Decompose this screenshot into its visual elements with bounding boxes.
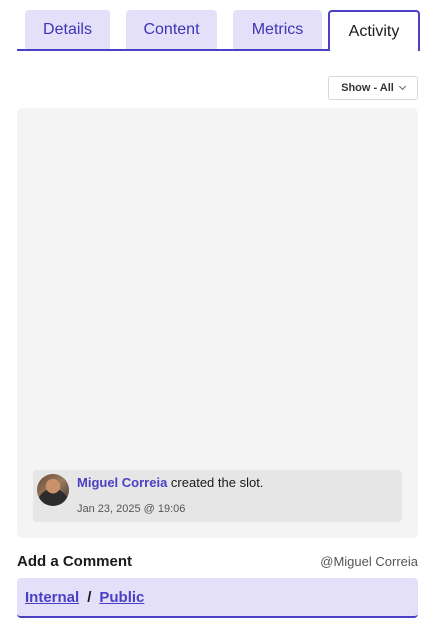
visibility-public-link[interactable]: Public — [99, 589, 144, 606]
show-filter-label: Show - All — [341, 82, 394, 94]
activity-timestamp: Jan 23, 2025 @ 19:06 — [77, 503, 186, 515]
chevron-down-icon — [398, 82, 406, 91]
activity-entry: Miguel Correia created the slot. Jan 23,… — [33, 470, 402, 522]
activity-page: Details Content Metrics Activity Show - … — [0, 0, 440, 629]
comment-visibility-toggle: Internal / Public — [17, 578, 418, 618]
activity-text: Miguel Correia created the slot. — [77, 475, 263, 490]
activity-user-link[interactable]: Miguel Correia — [77, 475, 167, 490]
activity-feed: Miguel Correia created the slot. Jan 23,… — [17, 108, 418, 538]
visibility-internal-link[interactable]: Internal — [25, 589, 79, 606]
tab-activity[interactable]: Activity — [328, 10, 420, 51]
comment-user: @Miguel Correia — [320, 554, 418, 569]
tab-bar: Details Content Metrics Activity — [17, 10, 420, 51]
tab-metrics[interactable]: Metrics — [233, 10, 322, 49]
tab-content[interactable]: Content — [126, 10, 217, 49]
show-filter-dropdown[interactable]: Show - All — [328, 76, 418, 100]
activity-action: created the slot. — [170, 475, 264, 490]
tab-details[interactable]: Details — [25, 10, 110, 49]
visibility-separator: / — [87, 588, 92, 606]
comment-title: Add a Comment — [17, 553, 133, 570]
user-avatar — [37, 474, 69, 506]
